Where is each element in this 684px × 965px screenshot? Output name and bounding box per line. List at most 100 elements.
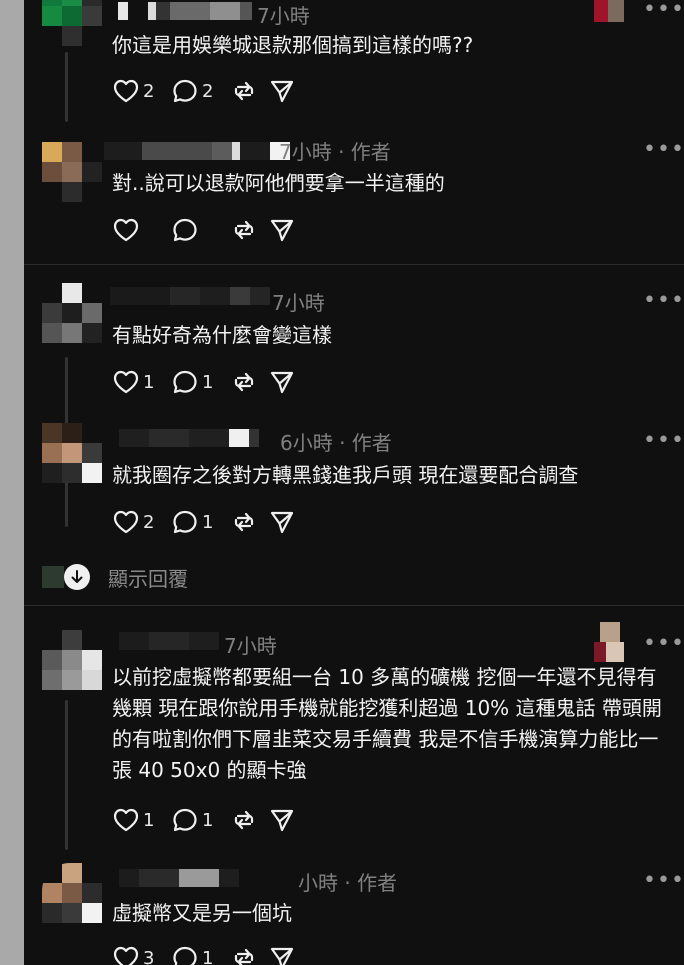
heart-icon bbox=[112, 509, 140, 535]
thread-line bbox=[65, 52, 68, 122]
comment-count: 1 bbox=[202, 947, 214, 965]
avatar[interactable] bbox=[42, 630, 102, 690]
repost-button[interactable] bbox=[230, 367, 258, 397]
like-count: 1 bbox=[143, 371, 155, 393]
timestamp: 7小時 · 作者 bbox=[279, 140, 391, 164]
repost-button[interactable] bbox=[230, 943, 258, 965]
comment-button[interactable]: 1 bbox=[171, 943, 220, 965]
repost-icon bbox=[230, 78, 258, 104]
avatar[interactable] bbox=[42, 0, 102, 46]
like-button[interactable]: 1 bbox=[112, 367, 161, 397]
username[interactable] bbox=[104, 142, 290, 160]
more-options-button[interactable]: ••• bbox=[643, 139, 684, 161]
action-bar: 21 bbox=[112, 507, 306, 537]
like-button[interactable]: 1 bbox=[112, 805, 161, 835]
comment-button[interactable]: 1 bbox=[171, 805, 220, 835]
send-icon bbox=[268, 945, 296, 965]
more-options-button[interactable]: ••• bbox=[643, 430, 684, 452]
post-text: 就我圈存之後對方轉黑錢進我戶頭 現在還要配合調查 bbox=[112, 463, 579, 487]
action-bar: 31 bbox=[112, 943, 306, 965]
repost-icon bbox=[230, 509, 258, 535]
more-options-button[interactable]: ••• bbox=[643, 290, 684, 312]
heart-icon bbox=[112, 945, 140, 965]
threads-comment-list: 7小時 ••• 你這是用娛樂城退款那個搞到這樣的嗎?? 22 7小時 · 作者 … bbox=[24, 0, 684, 965]
like-button[interactable]: 2 bbox=[112, 507, 161, 537]
avatar[interactable] bbox=[42, 423, 102, 483]
show-replies-label: 顯示回覆 bbox=[108, 566, 188, 591]
action-bar: 22 bbox=[112, 76, 306, 106]
username[interactable] bbox=[119, 632, 219, 650]
like-count: 3 bbox=[143, 947, 155, 965]
comment-bubble-icon bbox=[171, 807, 199, 833]
show-replies-button[interactable]: 顯示回覆 bbox=[42, 562, 188, 592]
timestamp: 7小時 bbox=[272, 291, 325, 315]
username[interactable] bbox=[118, 2, 252, 20]
send-icon bbox=[268, 217, 296, 243]
repost-icon bbox=[230, 369, 258, 395]
like-count: 1 bbox=[143, 809, 155, 831]
post-text: 虛擬幣又是另一個坑 bbox=[112, 901, 292, 925]
comment-count: 1 bbox=[202, 371, 214, 393]
avatar[interactable] bbox=[42, 283, 102, 343]
comment-button[interactable]: 1 bbox=[171, 507, 220, 537]
post-text: 你這是用娛樂城退款那個搞到這樣的嗎?? bbox=[112, 33, 474, 57]
share-button[interactable] bbox=[268, 215, 296, 245]
more-options-button[interactable]: ••• bbox=[643, 633, 684, 655]
post-text: 對..說可以退款阿他們要拿一半這種的 bbox=[112, 171, 445, 195]
repost-icon bbox=[230, 945, 258, 965]
comment-button[interactable] bbox=[171, 215, 220, 245]
share-button[interactable] bbox=[268, 943, 296, 965]
username[interactable] bbox=[119, 869, 239, 887]
arrow-down-circle-icon bbox=[64, 564, 90, 590]
heart-icon bbox=[112, 78, 140, 104]
comment-bubble-icon bbox=[171, 369, 199, 395]
more-options-button[interactable]: ••• bbox=[643, 0, 684, 21]
post-text: 有點好奇為什麼會變這樣 bbox=[112, 323, 332, 347]
like-button[interactable]: 2 bbox=[112, 76, 161, 106]
like-count: 2 bbox=[143, 511, 155, 533]
comment-button[interactable]: 1 bbox=[171, 367, 220, 397]
comment-count: 2 bbox=[202, 80, 214, 102]
heart-icon bbox=[112, 807, 140, 833]
share-button[interactable] bbox=[268, 367, 296, 397]
reply-image-thumbnail[interactable] bbox=[594, 622, 624, 662]
username[interactable] bbox=[119, 429, 259, 447]
action-bar: 11 bbox=[112, 805, 306, 835]
like-button[interactable]: 3 bbox=[112, 943, 161, 965]
comment-count: 1 bbox=[202, 511, 214, 533]
send-icon bbox=[268, 78, 296, 104]
post-text: 以前挖虛擬幣都要組一台 10 多萬的礦機 挖個一年還不見得有幾顆 現在跟你說用手… bbox=[112, 665, 662, 782]
heart-icon bbox=[112, 217, 140, 243]
comment-bubble-icon bbox=[171, 945, 199, 965]
avatar[interactable] bbox=[42, 863, 102, 923]
repost-button[interactable] bbox=[230, 215, 258, 245]
comment-bubble-icon bbox=[171, 217, 199, 243]
action-bar bbox=[112, 215, 306, 245]
divider bbox=[24, 264, 684, 265]
repost-button[interactable] bbox=[230, 805, 258, 835]
repost-button[interactable] bbox=[230, 507, 258, 537]
repost-button[interactable] bbox=[230, 76, 258, 106]
comment-bubble-icon bbox=[171, 509, 199, 535]
reply-image-thumbnail[interactable] bbox=[594, 0, 624, 32]
divider bbox=[24, 605, 684, 606]
timestamp: 小時 · 作者 bbox=[298, 871, 398, 895]
comment-button[interactable]: 2 bbox=[171, 76, 220, 106]
share-button[interactable] bbox=[268, 76, 296, 106]
more-options-button[interactable]: ••• bbox=[643, 870, 684, 892]
comment-count: 1 bbox=[202, 809, 214, 831]
avatar[interactable] bbox=[42, 142, 102, 202]
timestamp: 7小時 bbox=[224, 634, 277, 658]
send-icon bbox=[268, 807, 296, 833]
like-count: 2 bbox=[143, 80, 155, 102]
comment-bubble-icon bbox=[171, 78, 199, 104]
send-icon bbox=[268, 369, 296, 395]
heart-icon bbox=[112, 369, 140, 395]
share-button[interactable] bbox=[268, 805, 296, 835]
send-icon bbox=[268, 509, 296, 535]
thread-line bbox=[65, 700, 68, 850]
repost-icon bbox=[230, 807, 258, 833]
share-button[interactable] bbox=[268, 507, 296, 537]
like-button[interactable] bbox=[112, 215, 161, 245]
username[interactable] bbox=[110, 287, 270, 305]
